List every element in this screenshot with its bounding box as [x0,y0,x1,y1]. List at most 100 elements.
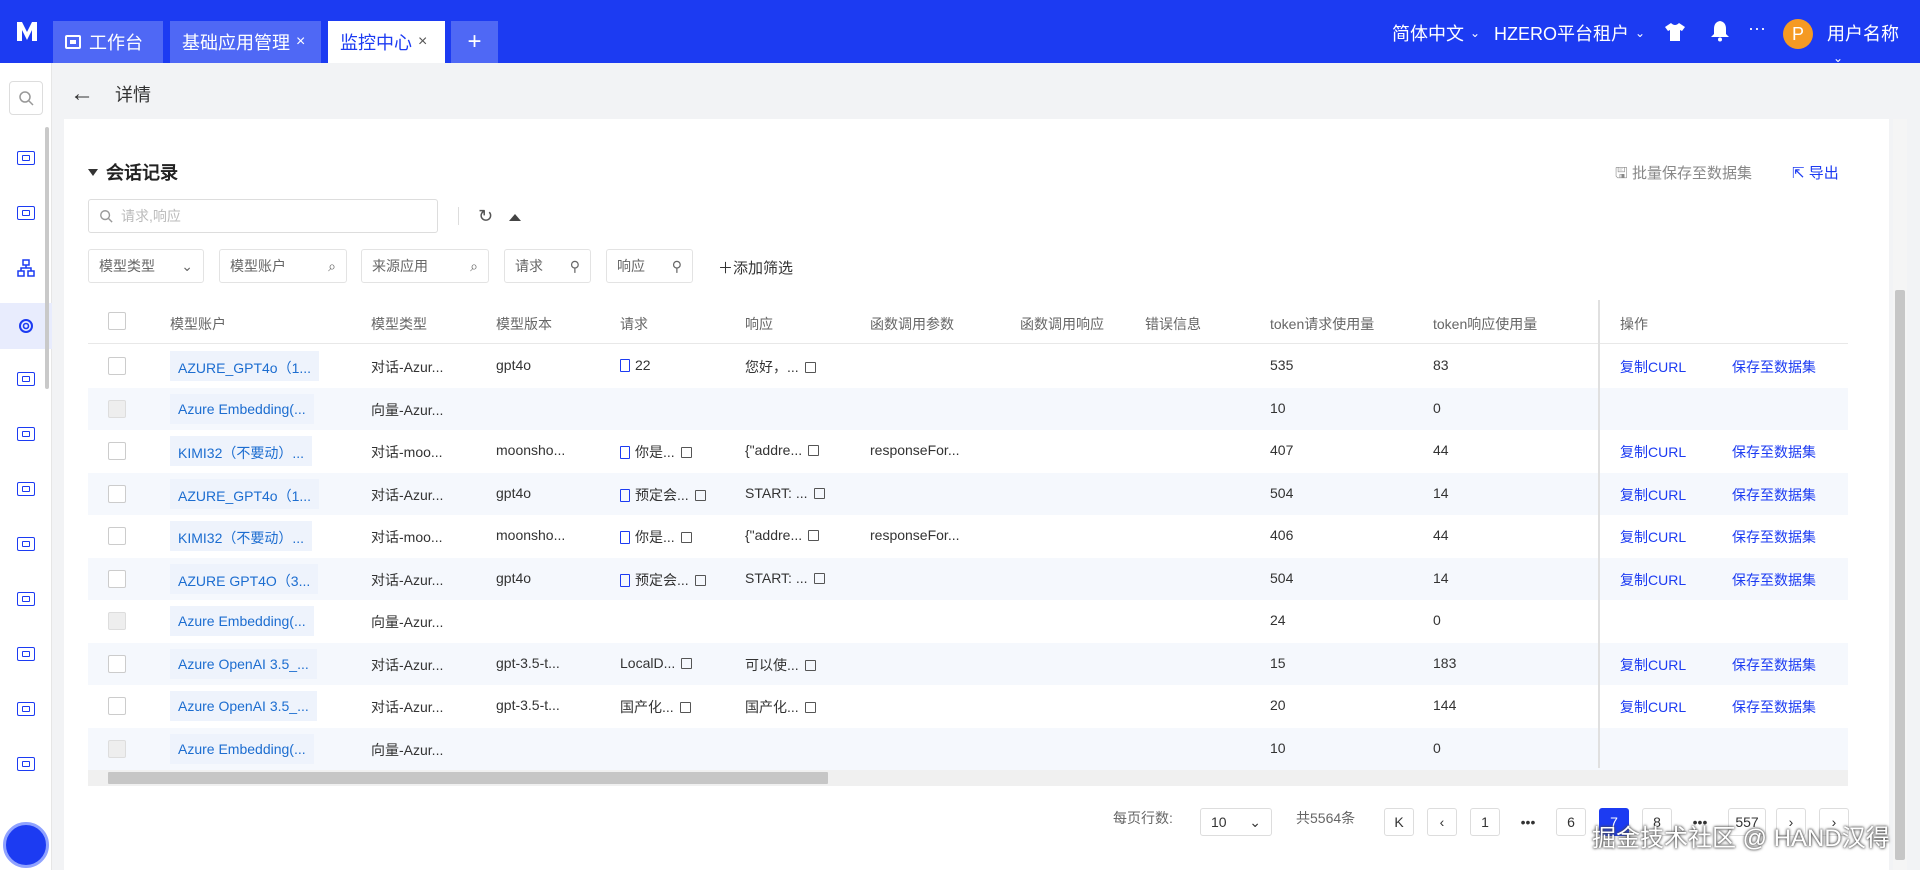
copy-icon[interactable] [680,447,692,458]
response-cell[interactable]: START: ... [745,570,825,586]
request-cell[interactable]: 国产化... [620,697,691,717]
search-input[interactable]: 请求,响应 [88,199,438,233]
column-header[interactable]: 请求 [620,314,648,334]
add-tab-button[interactable]: + [451,21,498,63]
copy-icon[interactable] [808,445,820,456]
column-header[interactable]: 函数调用响应 [1020,314,1104,334]
collapse-filters-icon[interactable] [509,214,521,221]
account-link[interactable]: Azure Embedding(... [170,393,314,424]
column-header[interactable]: 函数调用参数 [870,314,954,334]
filter-model-account[interactable]: 模型账户 ⌕ [219,249,347,283]
add-filter-button[interactable]: ＋添加筛选 [718,257,793,278]
sidebar-item-messages[interactable] [16,754,36,774]
copy-curl-link[interactable]: 复制CURL [1620,697,1686,717]
response-cell[interactable]: {"addre... [745,442,820,458]
row-checkbox[interactable] [108,569,126,588]
copy-icon[interactable] [804,659,816,671]
row-checkbox[interactable] [108,442,126,460]
account-link[interactable]: Azure Embedding(... [170,606,314,636]
account-link[interactable]: AZURE_GPT4o（1... [170,351,320,381]
column-header[interactable]: token响应使用量 [1433,314,1537,334]
sidebar-item-screen[interactable] [16,203,36,223]
tenant-select[interactable]: HZERO平台租户 ⌄ [1494,20,1645,46]
account-link[interactable]: AZURE_GPT4o（1... [170,478,320,509]
horizontal-scrollbar[interactable] [88,770,1848,786]
filter-source-app[interactable]: 来源应用 ⌕ [361,249,489,283]
response-cell[interactable]: {"addre... [745,527,820,543]
bell-icon[interactable] [1710,20,1730,42]
row-checkbox[interactable] [108,654,126,673]
language-select[interactable]: 简体中文 ⌄ [1392,20,1480,46]
page-button[interactable]: 1 [1470,808,1500,836]
copy-curl-link[interactable]: 复制CURL [1620,485,1686,505]
row-checkbox[interactable] [108,697,126,715]
sidebar-item-config[interactable] [16,699,36,719]
account-link[interactable]: Azure OpenAI 3.5_... [170,691,317,721]
sidebar-item-code-2[interactable] [16,424,36,444]
column-header[interactable]: token请求使用量 [1270,314,1374,334]
copy-icon[interactable] [679,702,691,713]
tab-monitor-center[interactable]: 监控中心 × [328,21,445,63]
account-link[interactable]: Azure OpenAI 3.5_... [170,648,317,679]
row-checkbox[interactable] [108,527,126,545]
back-arrow-icon[interactable]: ← [70,80,94,108]
sidebar-search-button[interactable] [9,81,43,115]
response-cell[interactable]: START: ... [745,485,825,501]
first-page-button[interactable]: K [1384,808,1414,836]
copy-curl-link[interactable]: 复制CURL [1620,527,1686,547]
sidebar-item-files[interactable] [16,644,36,664]
sidebar-item-mail[interactable] [16,479,36,499]
prev-page-button[interactable]: ‹ [1427,808,1457,836]
column-header[interactable]: 模型账户 [170,314,226,334]
copy-curl-link[interactable]: 复制CURL [1620,357,1686,377]
filter-model-type[interactable]: 模型类型 ⌄ [88,249,204,283]
account-link[interactable]: AZURE GPT4O（3... [170,563,319,594]
column-header[interactable]: 模型版本 [496,314,552,334]
vertical-scroll-thumb[interactable] [1895,290,1905,860]
column-header[interactable]: 模型类型 [371,314,427,334]
save-to-dataset-link[interactable]: 保存至数据集 [1732,442,1816,462]
account-link[interactable]: Azure Embedding(... [170,733,314,764]
batch-save-button[interactable]: 🖫 批量保存至数据集 [1615,162,1752,188]
more-icon[interactable]: ··· [1748,18,1766,39]
request-cell[interactable]: 你是... [620,527,692,547]
shirt-icon[interactable] [1664,22,1686,42]
assistant-icon[interactable] [3,822,49,868]
save-to-dataset-link[interactable]: 保存至数据集 [1732,357,1816,377]
save-to-dataset-link[interactable]: 保存至数据集 [1732,527,1816,547]
account-link[interactable]: KIMI32（不要动）... [170,521,313,551]
sidebar-scrollbar[interactable] [45,127,49,389]
close-icon[interactable]: × [296,33,305,51]
request-cell[interactable]: LocalD... [620,655,693,671]
row-checkbox[interactable] [108,484,126,503]
request-cell[interactable]: 预定会... [620,485,706,505]
select-all-checkbox[interactable] [108,312,126,330]
user-menu[interactable]: 用户名称 ⌄ [1827,20,1920,67]
copy-icon[interactable] [680,532,692,543]
page-button[interactable]: 6 [1556,808,1586,836]
filter-response[interactable]: 响应 ⚲ [606,249,693,283]
sidebar-item-dashboard[interactable] [16,148,36,168]
tab-basic-app-management[interactable]: 基础应用管理 × [170,21,321,63]
save-to-dataset-link[interactable]: 保存至数据集 [1732,697,1816,717]
copy-icon[interactable] [804,362,816,373]
app-logo-icon[interactable] [14,18,40,44]
save-to-dataset-link[interactable]: 保存至数据集 [1732,485,1816,505]
copy-icon[interactable] [694,574,706,586]
avatar[interactable]: P [1783,19,1813,49]
sidebar-item-layout[interactable] [16,589,36,609]
close-icon[interactable]: × [418,33,427,51]
response-cell[interactable]: 国产化... [745,697,816,717]
copy-icon[interactable] [813,487,825,499]
response-cell[interactable]: 您好，... [745,357,816,377]
copy-icon[interactable] [808,530,820,541]
copy-curl-link[interactable]: 复制CURL [1620,570,1686,590]
copy-curl-link[interactable]: 复制CURL [1620,655,1686,675]
copy-icon[interactable] [681,657,693,669]
row-checkbox[interactable] [108,357,126,375]
sidebar-item-monitor[interactable] [16,316,36,336]
copy-icon[interactable] [694,489,706,501]
refresh-icon[interactable]: ↻ [478,206,493,227]
filter-request[interactable]: 请求 ⚲ [504,249,591,283]
sidebar-item-code[interactable] [16,369,36,389]
